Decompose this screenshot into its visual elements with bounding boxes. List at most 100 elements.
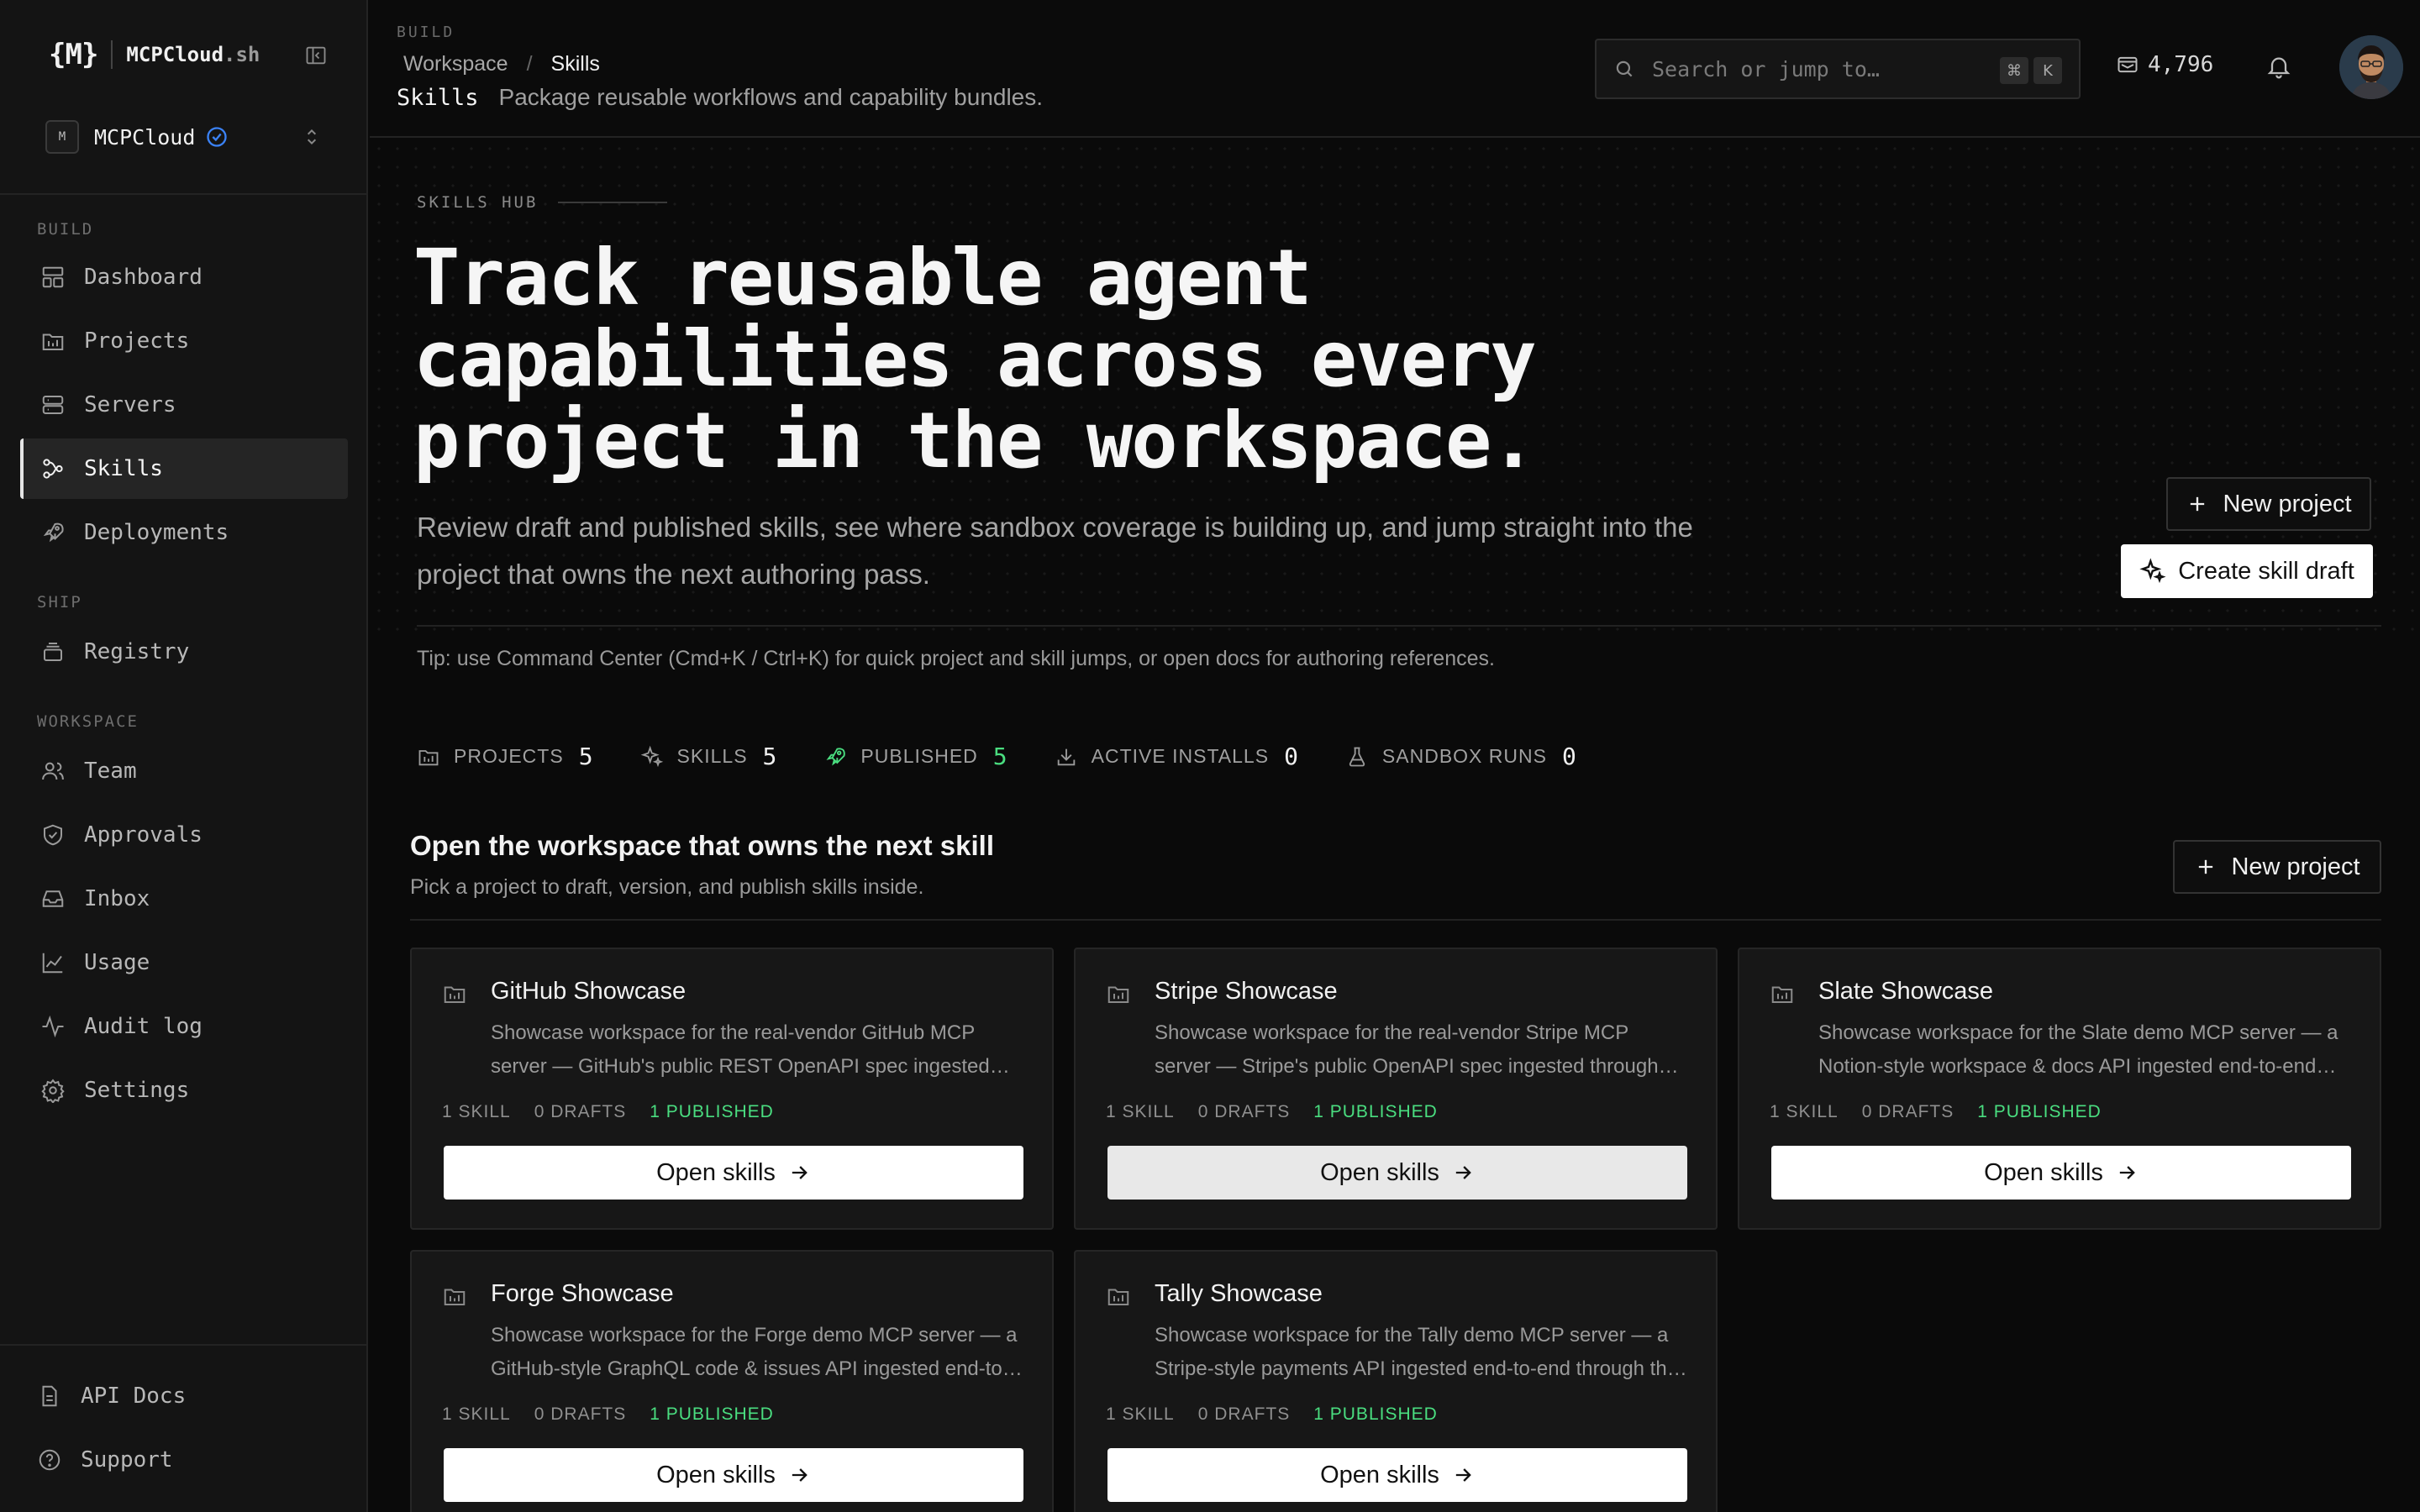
open-skills-button[interactable]: Open skills [444,1146,1023,1200]
sidebar-item-inbox[interactable]: Inbox [20,869,348,929]
project-name[interactable]: Tally Showcase [1155,1280,1323,1308]
sidebar-item-team[interactable]: Team [20,741,348,801]
folder-icon [444,986,466,1003]
project-meta: 1 SKILL 0 DRAFTS 1 PUBLISHED [1106,1102,1461,1122]
stat-label: PUBLISHED [860,745,978,767]
hero-lede: Review draft and published skills, see w… [417,512,1693,590]
open-skills-button[interactable]: Open skills [1771,1146,2351,1200]
sidebar-item-settings[interactable]: Settings [20,1060,348,1121]
stat-label: SANDBOX RUNS [1381,745,1547,767]
org-switcher[interactable]: M MCPCloud [45,119,323,155]
folder-icon [1107,986,1129,1003]
project-description: Showcase workspace for the real-vendor S… [1155,1021,1659,1078]
draft-count: 0 DRAFTS [1197,1404,1291,1424]
credits-balance[interactable]: 4,796 [2116,52,2213,77]
sidebar-item-label: Usage [84,950,150,975]
create-skill-draft-button[interactable]: Create skill draft [2121,544,2373,598]
sidebar-item-label: Support [81,1447,173,1473]
arrow-right-icon [792,1468,808,1482]
section-label-workspace: WORKSPACE [37,712,139,731]
breadcrumb-workspace[interactable]: Workspace [403,52,508,76]
sidebar: {M} MCPCloud.sh M MCPCloud BUILD Dashboa… [0,0,368,1512]
chart-line-icon [42,953,63,974]
sparkles-icon [2139,558,2166,584]
sidebar-item-deployments[interactable]: Deployments [20,502,348,563]
sidebar-item-audit-log[interactable]: Audit log [20,996,348,1057]
divider [410,919,2381,921]
user-avatar[interactable] [2339,35,2403,99]
flask-icon [1349,747,1365,766]
project-name[interactable]: GitHub Showcase [491,978,686,1005]
project-meta: 1 SKILL 0 DRAFTS 1 PUBLISHED [442,1102,797,1122]
arrow-right-icon [792,1166,808,1179]
stat-label: PROJECTS [454,745,564,767]
gear-icon [41,1079,65,1103]
sidebar-item-registry[interactable]: Registry [20,622,348,682]
sidebar-item-servers[interactable]: Servers [20,375,348,435]
search-placeholder: Search or jump to… [1652,56,1880,81]
stat-skills: SKILLS 5 [640,743,776,770]
section-title: Open the workspace that owns the next sk… [410,830,994,861]
search-input[interactable]: Search or jump to… ⌘ K [1595,39,2081,99]
stat-label: SKILLS [676,745,748,767]
sidebar-item-approvals[interactable]: Approvals [20,805,348,865]
sidebar-item-label: Skills [84,456,163,481]
brand[interactable]: {M} MCPCloud.sh [49,35,260,74]
sidebar-item-support[interactable]: Support [17,1430,345,1490]
new-project-button[interactable]: New project [2166,477,2371,531]
page-subtitle: Package reusable workflows and capabilit… [498,84,1044,110]
stat-label: ACTIVE INSTALLS [1091,745,1270,767]
plus-icon [2191,496,2205,512]
published-count: 1 PUBLISHED [1313,1102,1438,1121]
page-title-text: Skills [397,85,479,111]
sparkles-icon [640,745,663,767]
section-label-build: BUILD [37,220,94,239]
sidebar-item-skills[interactable]: Skills [20,438,348,499]
sidebar-item-dashboard[interactable]: Dashboard [20,247,348,307]
sidebar-item-label: Settings [84,1078,190,1103]
sidebar-item-label: Audit log [84,1014,203,1039]
skill-count: 1 SKILL [442,1102,511,1121]
users-icon [42,762,64,780]
tip-text: Tip: use Command Center (Cmd+K / Ctrl+K)… [417,647,1495,670]
project-meta: 1 SKILL 0 DRAFTS 1 PUBLISHED [1106,1404,1461,1425]
project-name[interactable]: Forge Showcase [491,1280,674,1308]
org-avatar: M [45,120,79,154]
stat-projects: PROJECTS 5 [417,743,593,770]
activity-icon [42,1015,64,1038]
rocket-icon [826,747,846,765]
sidebar-item-usage[interactable]: Usage [20,932,348,993]
stat-value: 0 [1561,743,1576,770]
project-name[interactable]: Slate Showcase [1818,978,1993,1005]
open-skills-button[interactable]: Open skills [1107,1448,1687,1502]
stat-active-installs: ACTIVE INSTALLS 0 [1055,743,1298,770]
folder-icon [444,1289,466,1305]
project-card: Forge Showcase Showcase workspace for th… [410,1250,1054,1512]
plus-icon [2199,859,2213,874]
sidebar-item-label: Registry [84,639,190,664]
open-skills-button[interactable]: Open skills [1107,1146,1687,1200]
chevron-updown-icon[interactable] [301,124,323,150]
registry-icon [44,643,62,661]
sidebar-item-label: API Docs [81,1383,187,1409]
project-card: GitHub Showcase Showcase workspace for t… [410,948,1054,1230]
kbd-k: K [2033,57,2062,84]
project-card: Stripe Showcase Showcase workspace for t… [1074,948,1718,1230]
sidebar-item-projects[interactable]: Projects [20,311,348,371]
published-count: 1 PUBLISHED [1977,1102,2102,1121]
credits-value: 4,796 [2148,52,2214,77]
brand-divider [111,40,113,69]
new-project-button-secondary[interactable]: New project [2173,840,2381,894]
open-skills-button[interactable]: Open skills [444,1448,1023,1502]
main-content: SKILLS HUB Track reusable agent capabili… [370,139,2420,1512]
sidebar-item-label: Approvals [84,822,203,848]
brand-name: MCPCloud.sh [126,43,260,66]
sidebar-item-api-docs[interactable]: API Docs [17,1366,345,1426]
sidebar-collapse-icon[interactable] [304,44,328,67]
bell-icon[interactable] [2265,52,2292,81]
project-name[interactable]: Stripe Showcase [1155,978,1338,1005]
stat-published: PUBLISHED 5 [823,743,1007,770]
project-card: Slate Showcase Showcase workspace for th… [1738,948,2381,1230]
project-description: Showcase workspace for the Slate demo MC… [1818,1021,2338,1078]
sidebar-divider [0,193,368,195]
